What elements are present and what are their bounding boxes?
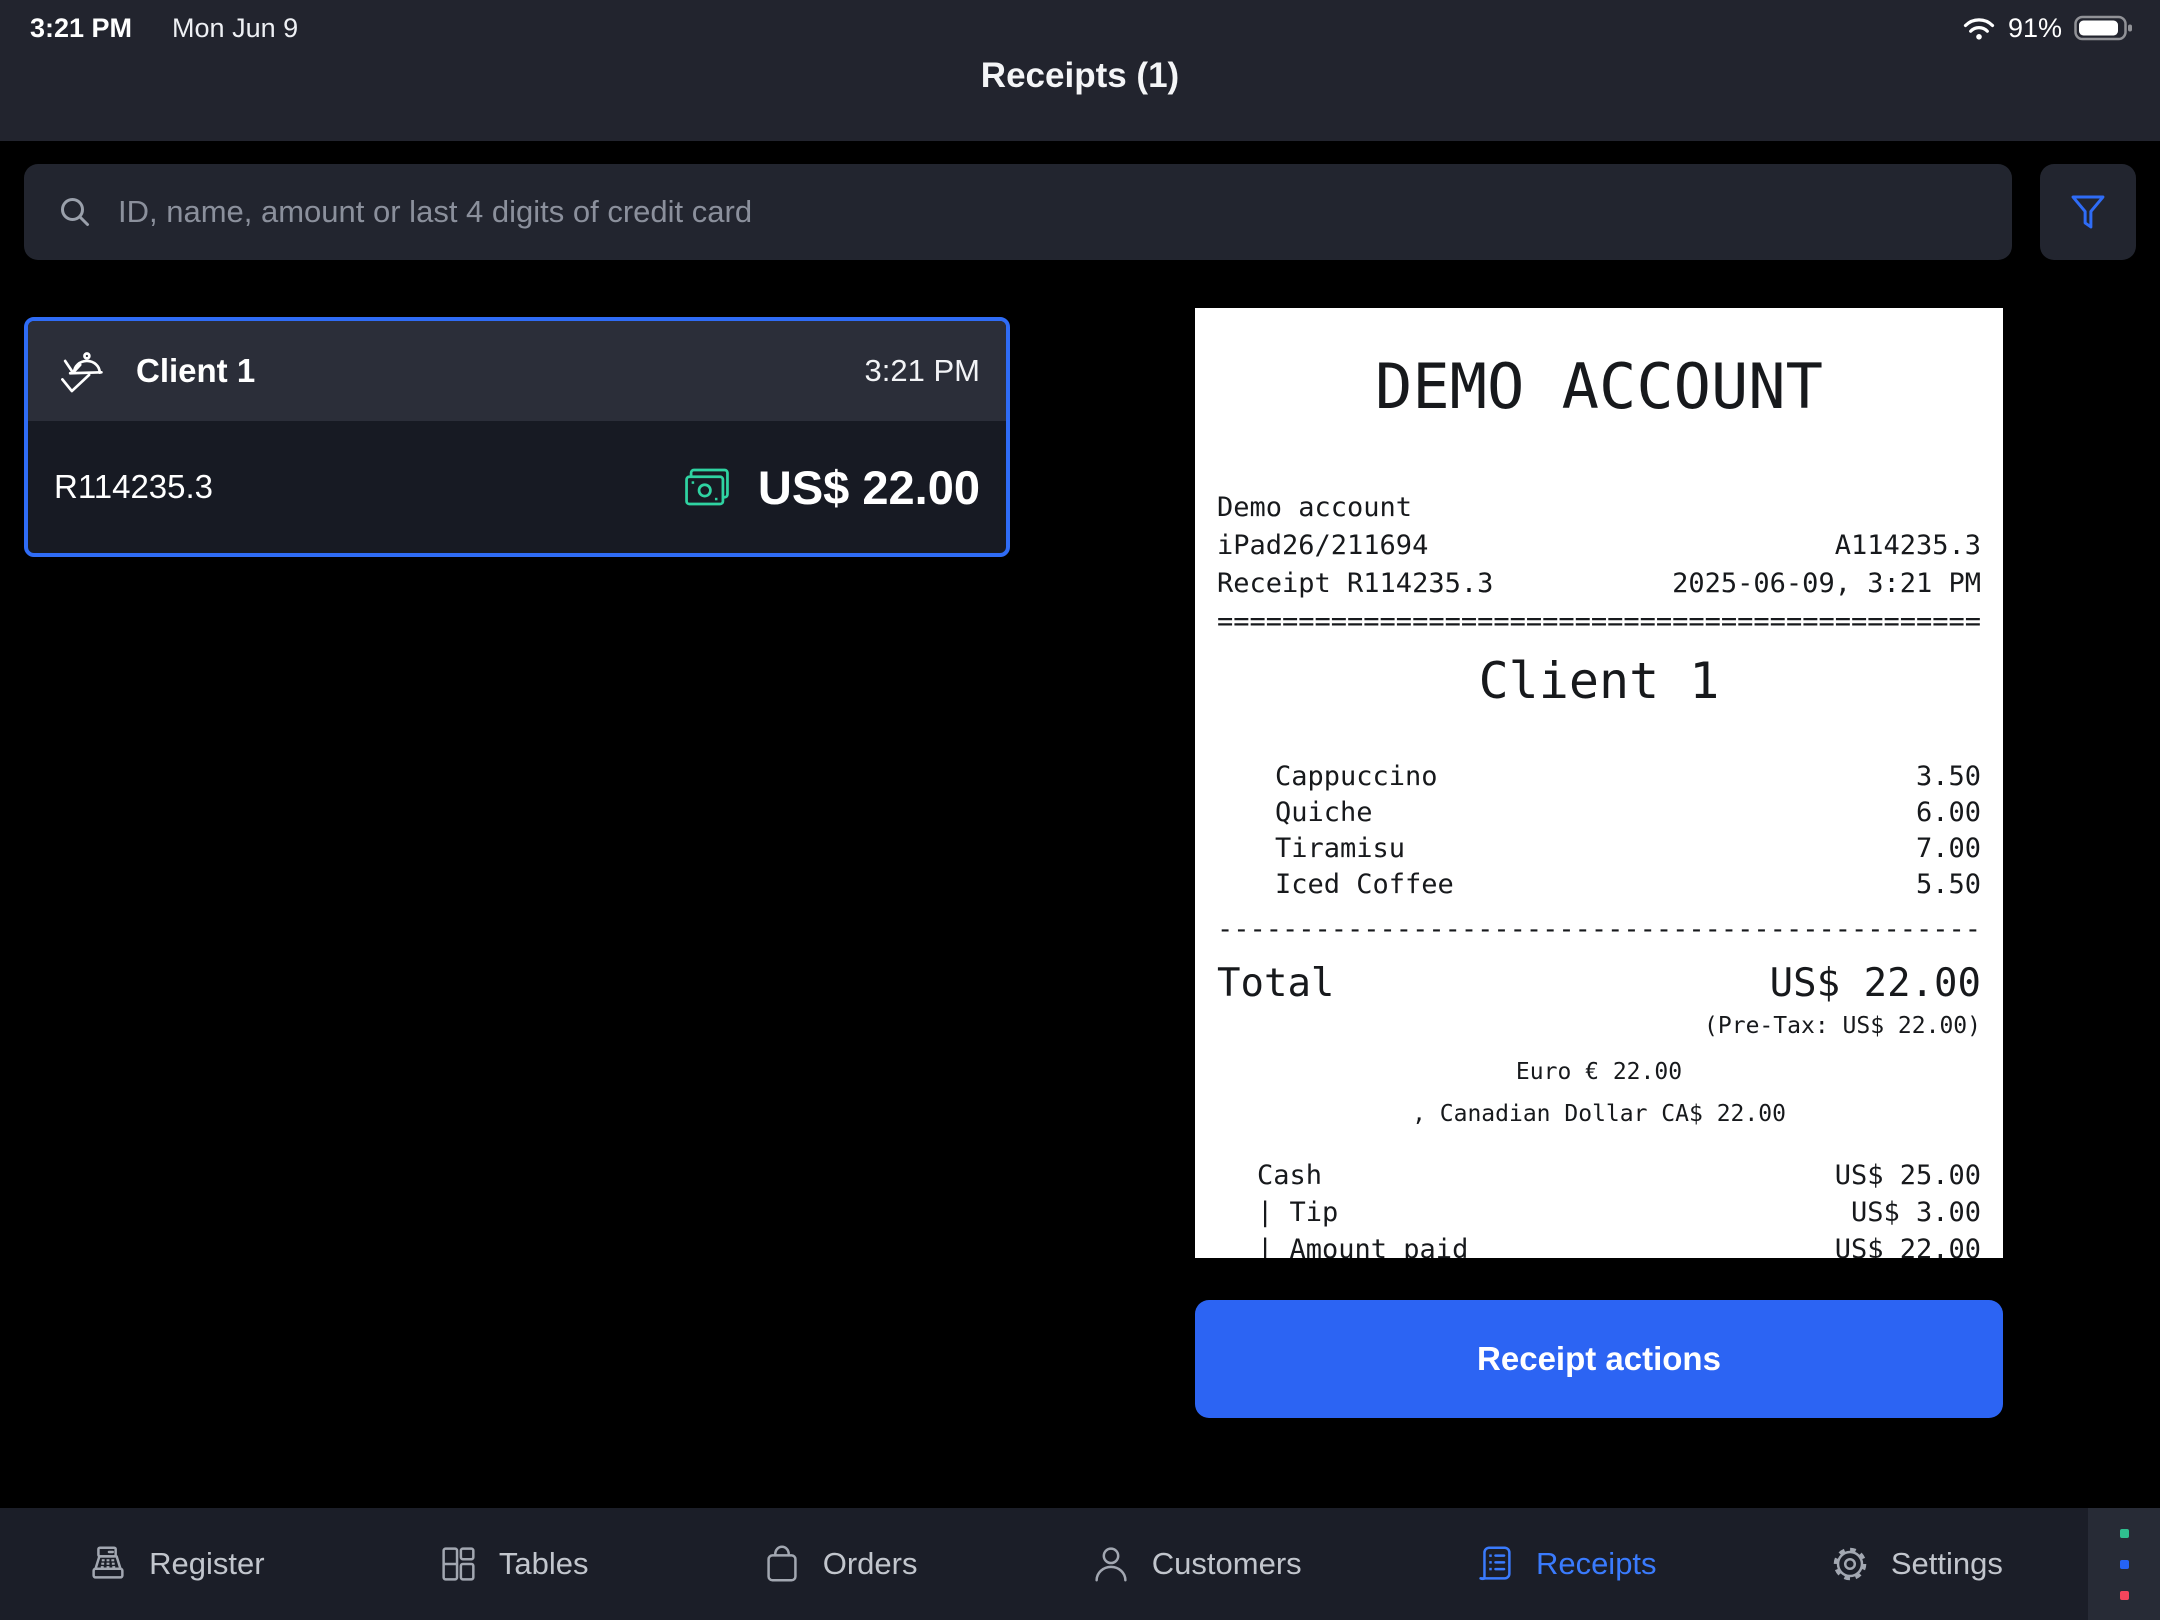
client-name: Client 1 <box>136 352 255 390</box>
tab-settings[interactable]: Settings <box>1827 1541 2003 1587</box>
tab-label: Settings <box>1891 1546 2003 1582</box>
battery-percent: 91% <box>2008 13 2062 44</box>
filter-button[interactable] <box>2040 164 2136 260</box>
receipt-card-body: R114235.3 US$ 22.00 <box>28 421 1006 553</box>
receipt-account: Demo account <box>1217 489 1412 527</box>
wifi-icon <box>1962 15 1996 41</box>
conversion-euro: Euro € 22.00 <box>1217 1057 1981 1087</box>
search-input[interactable] <box>116 193 2012 231</box>
receipt-payments: Cash US$ 25.00 | Tip US$ 3.00 | Amount p… <box>1217 1157 1981 1258</box>
receipt-item: Iced Coffee 5.50 <box>1275 867 1981 903</box>
tab-receipts[interactable]: Receipts <box>1472 1541 1657 1587</box>
pretax-amount: (Pre-Tax: US$ 22.00) <box>1217 1011 1981 1041</box>
receipt-item: Tiramisu 7.00 <box>1275 831 1981 867</box>
battery-icon <box>2074 14 2134 42</box>
receipt-list-item[interactable]: Client 1 3:21 PM R114235.3 US$ 22.00 <box>24 317 1010 557</box>
serving-icon <box>54 342 112 400</box>
tab-register[interactable]: Register <box>85 1541 264 1587</box>
divider-dashed: ----------------------------------------… <box>1217 911 1981 949</box>
status-time: 3:21 PM <box>30 13 132 44</box>
total-amount: US$ 22.00 <box>1770 959 1981 1009</box>
receipt-ref: A114235.3 <box>1835 527 1981 565</box>
status-indicator-strip <box>2088 1508 2160 1620</box>
receipts-icon <box>1472 1541 1518 1587</box>
receipt-merchant: DEMO ACCOUNT <box>1217 346 1981 427</box>
tab-label: Customers <box>1152 1546 1302 1582</box>
divider-double: ========================================… <box>1217 603 1981 641</box>
receipt-number: Receipt R114235.3 <box>1217 565 1493 603</box>
payment-row: Cash US$ 25.00 <box>1257 1157 1981 1194</box>
receipt-item: Quiche 6.00 <box>1275 795 1981 831</box>
tab-label: Tables <box>499 1546 589 1582</box>
payment-row: | Tip US$ 3.00 <box>1257 1194 1981 1231</box>
tab-tables[interactable]: Tables <box>435 1541 589 1587</box>
tab-label: Orders <box>823 1546 918 1582</box>
tab-label: Register <box>149 1546 264 1582</box>
search-bar <box>24 164 2012 260</box>
register-icon <box>85 1541 131 1587</box>
settings-gear-icon <box>1827 1541 1873 1587</box>
payment-row: | Amount paid US$ 22.00 <box>1257 1231 1981 1258</box>
receipt-actions-button[interactable]: Receipt actions <box>1195 1300 2003 1418</box>
receipt-id: R114235.3 <box>54 468 213 506</box>
page-title: Receipts (1) <box>0 56 2160 96</box>
filter-icon <box>2065 189 2111 235</box>
green-status-dot <box>2120 1529 2129 1538</box>
tab-label: Receipts <box>1536 1546 1657 1582</box>
receipt-preview: DEMO ACCOUNT Demo account iPad26/211694 … <box>1195 308 2003 1258</box>
tab-bar: Register Tables <box>0 1508 2160 1620</box>
app-screen: 3:21 PM Mon Jun 9 91% <box>0 0 2160 1620</box>
app-header: 3:21 PM Mon Jun 9 91% <box>0 0 2160 141</box>
tables-icon <box>435 1541 481 1587</box>
receipt-client: Client 1 <box>1217 649 1981 713</box>
tab-customers[interactable]: Customers <box>1088 1541 1302 1587</box>
status-date: Mon Jun 9 <box>172 13 298 44</box>
red-status-dot <box>2120 1591 2129 1600</box>
receipt-items: Cappuccino 3.50 Quiche 6.00 Tiramisu 7.0… <box>1217 759 1981 903</box>
conversion-cad: , Canadian Dollar CA$ 22.00 <box>1217 1099 1981 1129</box>
receipt-time: 3:21 PM <box>865 353 980 389</box>
cash-icon <box>682 464 732 510</box>
receipt-card-header: Client 1 3:21 PM <box>28 321 1006 421</box>
status-bar: 3:21 PM Mon Jun 9 91% <box>30 8 2134 48</box>
tab-orders[interactable]: Orders <box>759 1541 918 1587</box>
orders-icon <box>759 1541 805 1587</box>
receipt-datetime: 2025-06-09, 3:21 PM <box>1672 565 1981 603</box>
blue-status-dot <box>2120 1560 2129 1569</box>
receipt-device: iPad26/211694 <box>1217 527 1428 565</box>
customers-icon <box>1088 1541 1134 1587</box>
search-icon <box>56 193 94 231</box>
total-label: Total <box>1217 959 1334 1009</box>
receipt-amount: US$ 22.00 <box>758 460 980 515</box>
receipt-item: Cappuccino 3.50 <box>1275 759 1981 795</box>
